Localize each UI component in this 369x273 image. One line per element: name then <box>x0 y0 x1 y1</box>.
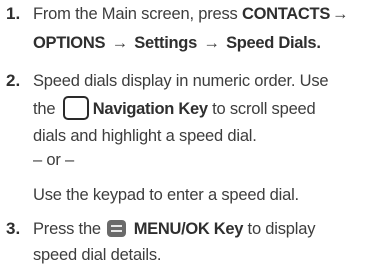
step-1-line-1: From the Main screen, press CONTACTS → <box>33 0 350 28</box>
arrow-icon: → <box>203 34 220 52</box>
arrow-icon: → <box>111 34 129 52</box>
navigation-key-icon <box>62 96 89 120</box>
menu-ok-key-icon <box>107 220 127 237</box>
period: . <box>316 34 321 52</box>
step-2-line-2: the Navigation Key to scroll speed <box>33 95 316 123</box>
arrow-icon: → <box>332 5 349 23</box>
step-3-text: Press the <box>33 220 101 238</box>
step-3-line-2: speed dial details. <box>33 246 162 264</box>
step-1-text: From the Main screen, press <box>33 5 242 23</box>
step-number: 2. <box>6 71 21 90</box>
settings-label: Settings <box>134 34 197 52</box>
contacts-label: CONTACTS <box>241 5 331 23</box>
navigation-key-label: Navigation Key <box>92 100 208 118</box>
step-2-text: to scroll speed <box>207 100 316 118</box>
step-2-or: – or – <box>33 151 74 169</box>
step-3-text: to display <box>243 220 316 238</box>
step-number: 1. <box>6 4 21 23</box>
step-number: 3. <box>6 219 21 238</box>
step-2-line-5: Use the keypad to enter a speed dial. <box>33 186 299 204</box>
options-label: OPTIONS <box>33 34 106 52</box>
step-2-text: the <box>33 100 56 118</box>
speed-dials-label: Speed Dials <box>226 34 317 52</box>
step-2-line-1: Speed dials display in numeric order. Us… <box>33 72 329 90</box>
step-1-line-2: OPTIONS → Settings → Speed Dials. <box>33 29 321 57</box>
menu-ok-key-label: MENU/OK Key <box>133 220 244 238</box>
step-3-line-1: Press the MENU/OK Key to display <box>33 215 315 243</box>
